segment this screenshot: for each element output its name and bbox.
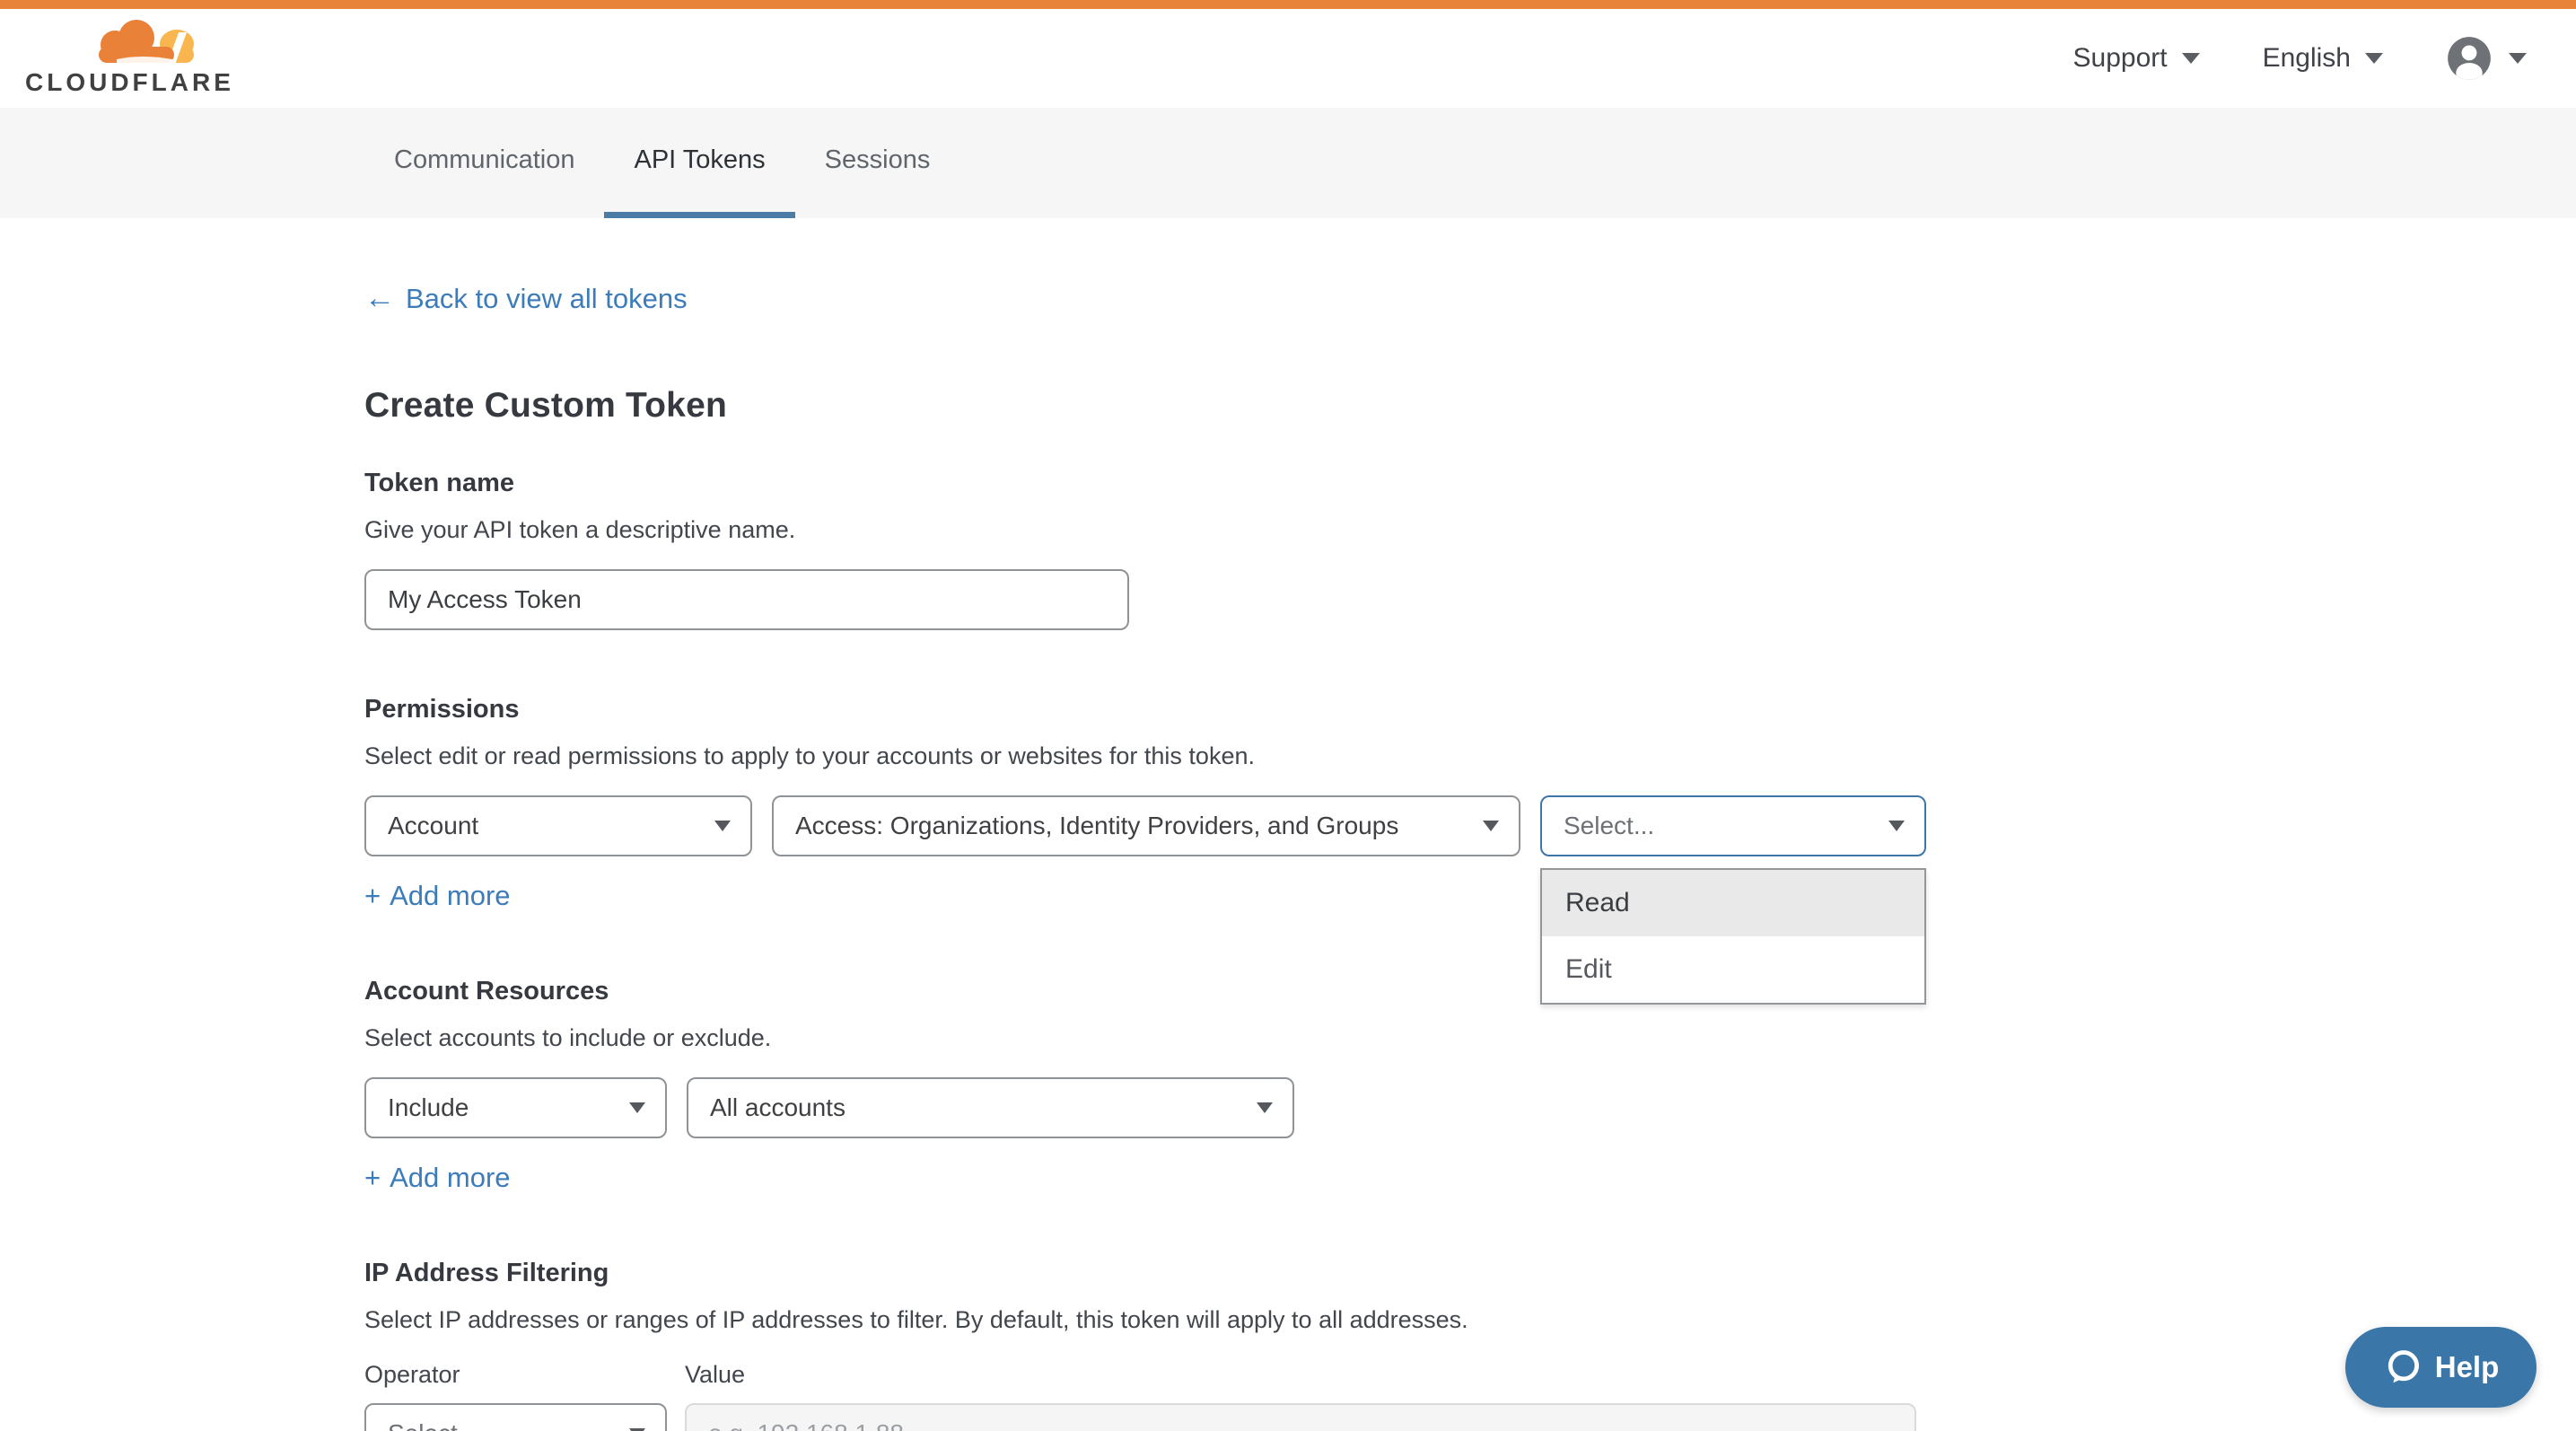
support-label: Support xyxy=(2073,43,2168,74)
main-content: ← Back to view all tokens Create Custom … xyxy=(0,218,2576,1431)
tab-api-tokens[interactable]: API Tokens xyxy=(604,108,794,218)
ip-filtering-section: IP Address Filtering Select IP addresses… xyxy=(364,1259,2576,1431)
resource-mode-value: Include xyxy=(388,1093,469,1122)
permission-level-placeholder: Select... xyxy=(1564,812,1654,840)
token-name-input[interactable] xyxy=(364,569,1129,630)
profile-tabbar: Communication API Tokens Sessions xyxy=(0,108,2576,218)
chevron-down-icon xyxy=(2182,53,2200,64)
cloudflare-wordmark: CLOUDFLARE xyxy=(25,68,215,97)
permission-level-dropdown-menu: Read Edit xyxy=(1540,868,1926,1005)
user-avatar-icon xyxy=(2446,35,2493,82)
permission-scope-value: Account xyxy=(388,812,478,840)
app-header: CLOUDFLARE Support English xyxy=(0,9,2576,108)
menu-option-read[interactable]: Read xyxy=(1542,870,1924,936)
account-resources-add-more-link[interactable]: + Add more xyxy=(364,1162,511,1194)
chevron-down-icon xyxy=(1483,821,1499,831)
help-label: Help xyxy=(2435,1350,2500,1384)
back-arrow-icon: ← xyxy=(364,281,395,316)
ip-filtering-description: Select IP addresses or ranges of IP addr… xyxy=(364,1306,2576,1334)
ip-operator-select[interactable]: Select... xyxy=(364,1403,667,1431)
permission-level-select-wrap: Select... Read Edit xyxy=(1540,795,1926,856)
account-resources-description: Select accounts to include or exclude. xyxy=(364,1024,2576,1052)
menu-option-edit[interactable]: Edit xyxy=(1542,936,1924,1003)
token-name-section: Token name Give your API token a descrip… xyxy=(364,469,2576,630)
value-label: Value xyxy=(685,1361,745,1389)
page-title: Create Custom Token xyxy=(364,386,2576,426)
back-link-label: Back to view all tokens xyxy=(406,283,688,315)
plus-icon: + xyxy=(364,1162,381,1194)
chat-bubble-icon xyxy=(2383,1348,2423,1387)
language-menu[interactable]: English xyxy=(2263,43,2383,74)
brand-accent-bar xyxy=(0,0,2576,9)
token-name-description: Give your API token a descriptive name. xyxy=(364,516,2576,544)
operator-label: Operator xyxy=(364,1361,685,1389)
back-to-tokens-link[interactable]: ← Back to view all tokens xyxy=(364,281,2576,316)
resource-accounts-value: All accounts xyxy=(710,1093,846,1122)
chevron-down-icon xyxy=(1888,821,1905,831)
token-name-heading: Token name xyxy=(364,469,2576,498)
permission-resource-select[interactable]: Access: Organizations, Identity Provider… xyxy=(772,795,1520,856)
account-resources-heading: Account Resources xyxy=(364,977,2576,1006)
support-menu[interactable]: Support xyxy=(2073,43,2200,74)
permission-resource-value: Access: Organizations, Identity Provider… xyxy=(795,812,1398,840)
add-more-label: Add more xyxy=(390,1162,510,1194)
chevron-down-icon xyxy=(2509,53,2527,64)
ip-operator-placeholder: Select... xyxy=(388,1419,478,1431)
chevron-down-icon xyxy=(629,1102,645,1113)
chevron-down-icon xyxy=(1257,1102,1273,1113)
tab-communication[interactable]: Communication xyxy=(364,108,604,218)
language-label: English xyxy=(2263,43,2351,74)
permissions-add-more-link[interactable]: + Add more xyxy=(364,880,511,912)
permissions-description: Select edit or read permissions to apply… xyxy=(364,742,2576,770)
permission-scope-select[interactable]: Account xyxy=(364,795,752,856)
ip-filtering-heading: IP Address Filtering xyxy=(364,1259,2576,1288)
add-more-label: Add more xyxy=(390,880,510,912)
chevron-down-icon xyxy=(714,821,731,831)
account-menu[interactable] xyxy=(2446,35,2527,82)
help-button[interactable]: Help xyxy=(2345,1327,2537,1408)
tab-sessions[interactable]: Sessions xyxy=(795,108,960,218)
resource-mode-select[interactable]: Include xyxy=(364,1077,667,1138)
chevron-down-icon xyxy=(2365,53,2383,64)
plus-icon: + xyxy=(364,880,381,912)
cloudflare-cloud-icon xyxy=(90,20,197,66)
ip-value-input[interactable] xyxy=(685,1403,1916,1431)
resource-accounts-select[interactable]: All accounts xyxy=(687,1077,1294,1138)
permissions-heading: Permissions xyxy=(364,695,2576,724)
account-resources-section: Account Resources Select accounts to inc… xyxy=(364,977,2576,1194)
permissions-section: Permissions Select edit or read permissi… xyxy=(364,695,2576,912)
permission-level-select[interactable]: Select... xyxy=(1540,795,1926,856)
cloudflare-logo[interactable]: CLOUDFLARE xyxy=(25,20,215,97)
